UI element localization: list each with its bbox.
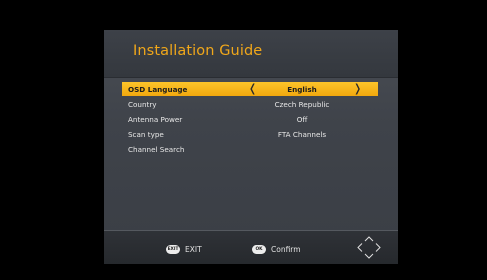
menu-item-label: Channel Search — [128, 145, 185, 154]
menu-item-channel-search[interactable]: Channel Search — [122, 142, 378, 156]
chevron-right-icon[interactable]: ❭ — [353, 82, 362, 95]
menu-item-value: English — [287, 85, 317, 94]
menu-item-value: Off — [296, 115, 308, 124]
menu-item-label: Country — [128, 100, 157, 109]
exit-key-icon: EXIT — [166, 244, 180, 254]
menu-item-value: Czech Republic — [274, 100, 330, 109]
menu-item-scan-type[interactable]: Scan type FTA Channels — [122, 127, 378, 141]
menu-item-value: FTA Channels — [277, 130, 327, 139]
dialog-header: Installation Guide — [104, 30, 398, 78]
menu-item-label: Scan type — [128, 130, 164, 139]
confirm-label: Confirm — [271, 244, 301, 254]
page-title: Installation Guide — [133, 43, 263, 59]
exit-button[interactable]: EXIT EXIT — [166, 243, 202, 255]
menu-item-country[interactable]: Country Czech Republic — [122, 97, 378, 111]
menu-item-antenna-power[interactable]: Antenna Power Off — [122, 112, 378, 126]
exit-label: EXIT — [185, 244, 202, 254]
installation-guide-dialog: Installation Guide OSD Language ❬ Englis… — [104, 30, 398, 264]
ok-key-icon: OK — [252, 244, 266, 254]
menu-item-label: OSD Language — [128, 85, 188, 94]
menu-item-osd-language[interactable]: OSD Language ❬ English ❭ — [122, 82, 378, 96]
confirm-button[interactable]: OK Confirm — [252, 243, 301, 255]
navigation-dpad-icon — [357, 236, 381, 259]
tv-screen: Installation Guide OSD Language ❬ Englis… — [0, 0, 487, 280]
dialog-footer: EXIT EXIT OK Confirm — [104, 230, 398, 264]
menu-item-label: Antenna Power — [128, 115, 183, 124]
